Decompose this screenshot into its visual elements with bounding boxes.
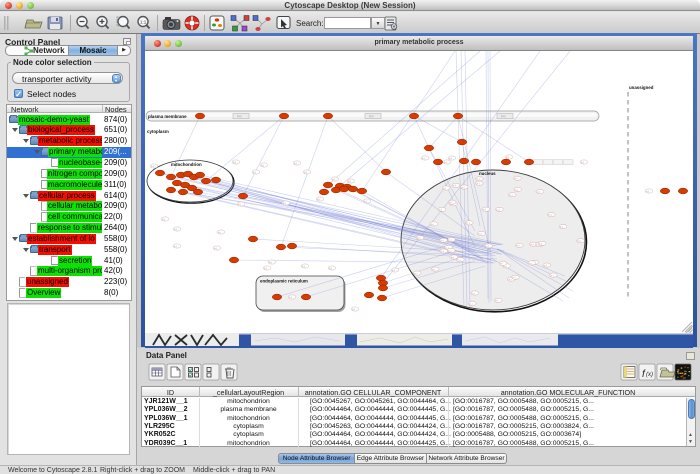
svg-text:(x): (x)	[646, 372, 653, 378]
svg-text:1:1: 1:1	[140, 20, 147, 25]
